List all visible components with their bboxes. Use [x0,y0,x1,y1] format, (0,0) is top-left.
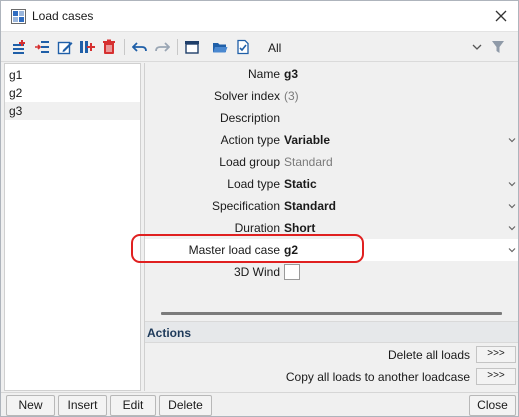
title-bar: Load cases [1,1,518,32]
filter-select[interactable]: All [268,41,281,55]
insert-record-icon [35,41,49,53]
toolbar: All [1,33,518,62]
edit-record-button[interactable] [56,38,74,56]
specification-select[interactable]: Standard [284,199,336,213]
insert-button[interactable]: Insert [58,395,107,416]
filter-icon[interactable] [491,40,505,54]
master-load-case-label: Master load case [188,243,280,257]
open-folder-icon [213,43,228,53]
load-group-value: Standard [284,155,333,169]
copy-all-loads-row: Copy all loads to another loadcase >>> [145,367,518,387]
description-row: Description [145,107,518,129]
delete-all-loads-label: Delete all loads [387,348,470,362]
dialog-footer: New Insert Edit Delete Close [1,392,518,416]
load-type-select[interactable]: Static [284,177,317,191]
delete-record-icon [103,39,115,54]
toolbar-separator [124,39,125,55]
delete-record-button[interactable] [100,38,118,56]
delete-all-loads-button[interactable]: >>> [476,346,516,363]
properties-panel: Name g3 Solver index (3) Description Act… [144,63,518,391]
add-before-button[interactable] [78,38,96,56]
insert-record-button[interactable] [33,38,51,56]
load-case-list[interactable]: g1 g2 g3 [4,63,141,391]
name-field[interactable]: g3 [284,67,298,81]
chevron-down-icon[interactable] [507,201,517,211]
check-document-icon [237,39,249,55]
master-load-case-row: Master load case g2 [145,239,518,261]
undo-icon [132,42,147,52]
close-window-button[interactable] [490,5,512,27]
chevron-down-icon[interactable] [507,245,517,255]
load-group-row: Load group Standard [145,151,518,173]
actions-header: Actions [145,321,518,343]
list-item[interactable]: g1 [5,66,140,84]
edit-button[interactable]: Edit [110,395,156,416]
grid-app-icon [11,9,26,24]
wind-3d-row: 3D Wind [145,261,518,283]
specification-label: Specification [211,199,280,213]
master-load-case-select[interactable]: g2 [284,243,298,257]
action-type-label: Action type [220,133,280,147]
name-row: Name g3 [145,63,518,85]
solver-index-value: (3) [284,89,299,103]
archive-icon [185,41,199,54]
solver-index-label: Solver index [213,89,280,103]
new-record-button[interactable] [10,38,28,56]
specification-row: Specification Standard [145,195,518,217]
add-before-icon [80,41,95,53]
name-label: Name [247,67,280,81]
load-type-label: Load type [227,177,280,191]
new-button[interactable]: New [6,395,55,416]
toolbar-separator [177,39,178,55]
load-type-row: Load type Static [145,173,518,195]
list-item[interactable]: g2 [5,84,140,102]
duration-label: Duration [234,221,280,235]
chevron-down-icon[interactable] [507,223,517,233]
check-document-button[interactable] [234,38,252,56]
redo-icon [155,42,170,52]
description-label: Description [219,111,280,125]
actions-title: Actions [147,326,192,340]
action-type-row: Action type Variable [145,129,518,151]
edit-record-icon [57,41,73,55]
window-title: Load cases [32,9,94,23]
new-record-icon [13,40,25,54]
delete-all-loads-row: Delete all loads >>> [145,345,518,365]
redo-button[interactable] [153,38,171,56]
wind-3d-checkbox[interactable] [284,264,300,280]
open-folder-button[interactable] [211,38,229,56]
archive-button[interactable] [183,38,201,56]
duration-select[interactable]: Short [284,221,315,235]
duration-row: Duration Short [145,217,518,239]
wind-3d-label: 3D Wind [233,265,280,279]
close-button[interactable]: Close [469,395,516,416]
solver-index-row: Solver index (3) [145,85,518,107]
list-item-selected[interactable]: g3 [5,102,140,120]
action-type-select[interactable]: Variable [284,133,330,147]
splitter-handle[interactable] [161,312,502,315]
close-icon [495,10,507,22]
chevron-down-icon[interactable] [507,179,517,189]
copy-all-loads-label: Copy all loads to another loadcase [285,370,470,384]
delete-button[interactable]: Delete [159,395,212,416]
load-cases-dialog: Load cases All g1 g2 g3 Name g3 Solver i… [0,0,519,417]
undo-button[interactable] [131,38,149,56]
chevron-down-icon[interactable] [471,41,483,53]
copy-all-loads-button[interactable]: >>> [476,368,516,385]
load-group-label: Load group [219,155,280,169]
chevron-down-icon[interactable] [507,135,517,145]
